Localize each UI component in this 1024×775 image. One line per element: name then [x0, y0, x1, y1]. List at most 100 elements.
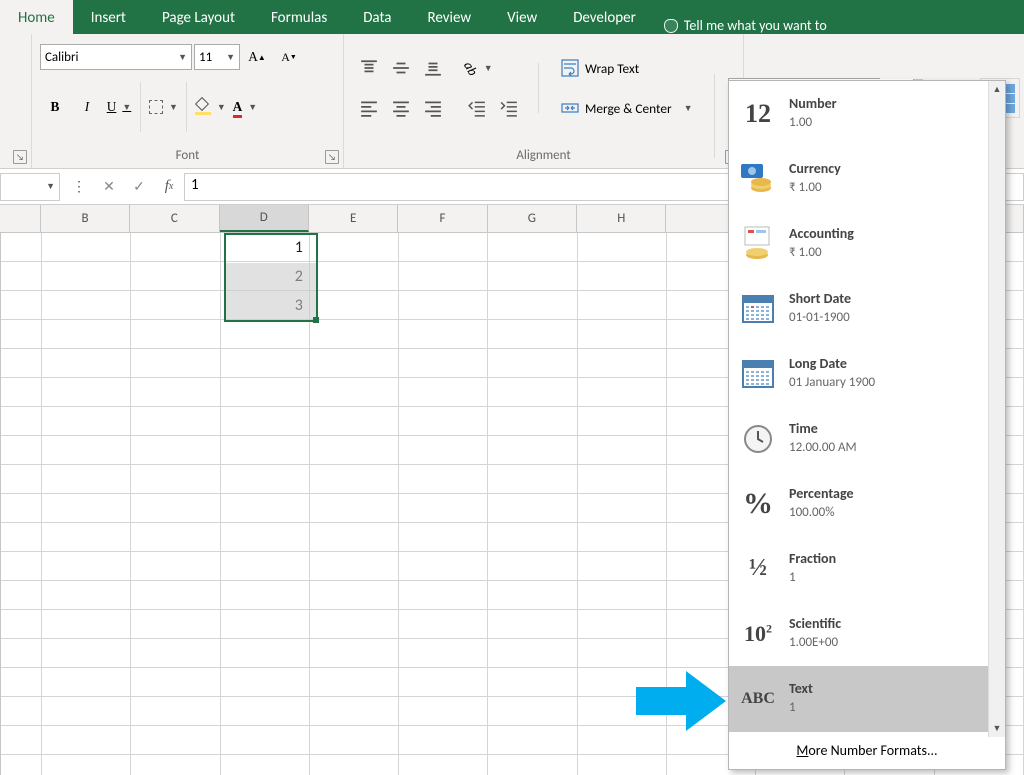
- cell-H17[interactable]: [578, 668, 667, 697]
- align-middle-button[interactable]: [387, 54, 415, 82]
- cell-H4[interactable]: [578, 291, 667, 320]
- scrollbar[interactable]: ▲▼: [988, 81, 1005, 737]
- cell-F18[interactable]: [399, 697, 488, 726]
- cancel-edit-button[interactable]: ✕: [94, 173, 124, 201]
- cell[interactable]: [1, 610, 42, 639]
- cell-G5[interactable]: [488, 320, 577, 349]
- cell-B16[interactable]: [42, 639, 131, 668]
- cell-F5[interactable]: [399, 320, 488, 349]
- col-header-corner[interactable]: [0, 205, 41, 232]
- cell-D13[interactable]: [221, 552, 310, 581]
- increase-indent-button[interactable]: [495, 94, 523, 122]
- font-dialog-launcher[interactable]: ↘: [325, 150, 339, 164]
- number-format-option-percentage[interactable]: %Percentage100.00%: [729, 471, 1005, 536]
- cell-H10[interactable]: [578, 465, 667, 494]
- number-format-option-time[interactable]: Time12.00.00 AM: [729, 406, 1005, 471]
- cell-C3[interactable]: [131, 262, 220, 291]
- cell[interactable]: [1, 407, 42, 436]
- cell-G3[interactable]: [488, 262, 577, 291]
- underline-button[interactable]: U▼: [105, 93, 133, 121]
- cell-D16[interactable]: [221, 639, 310, 668]
- cell-E15[interactable]: [310, 610, 399, 639]
- cell-C4[interactable]: [131, 291, 220, 320]
- cell-B15[interactable]: [42, 610, 131, 639]
- cell-E16[interactable]: [310, 639, 399, 668]
- cell-G9[interactable]: [488, 436, 577, 465]
- decrease-indent-button[interactable]: [463, 94, 491, 122]
- cell-B4[interactable]: [42, 291, 131, 320]
- cell-F3[interactable]: [399, 262, 488, 291]
- merge-center-button[interactable]: Merge & Center ▼: [554, 94, 724, 122]
- font-color-button[interactable]: A ▼: [231, 93, 259, 121]
- cell-G7[interactable]: [488, 378, 577, 407]
- number-format-option-shortdate[interactable]: Short Date01-01-1900: [729, 276, 1005, 341]
- align-left-button[interactable]: [355, 94, 383, 122]
- cell-H14[interactable]: [578, 581, 667, 610]
- cell-B6[interactable]: [42, 349, 131, 378]
- cell-C7[interactable]: [131, 378, 220, 407]
- tab-formulas[interactable]: Formulas: [253, 0, 345, 34]
- cell-E2[interactable]: [310, 233, 399, 262]
- cell[interactable]: [1, 349, 42, 378]
- tell-me-search[interactable]: Tell me what you want to: [654, 17, 837, 34]
- tab-review[interactable]: Review: [410, 0, 490, 34]
- cell-E12[interactable]: [310, 523, 399, 552]
- cell[interactable]: [1, 755, 42, 775]
- cell-G17[interactable]: [488, 668, 577, 697]
- cell-H12[interactable]: [578, 523, 667, 552]
- cell[interactable]: [1, 262, 42, 291]
- cell[interactable]: [1, 494, 42, 523]
- bold-button[interactable]: B: [41, 93, 69, 121]
- cell-C20[interactable]: [131, 755, 220, 775]
- cell-B10[interactable]: [42, 465, 131, 494]
- cell[interactable]: [1, 639, 42, 668]
- cell-G18[interactable]: [488, 697, 577, 726]
- col-header-H[interactable]: H: [577, 205, 666, 232]
- cell-G16[interactable]: [488, 639, 577, 668]
- more-number-formats[interactable]: More Number Formats...: [729, 731, 1005, 769]
- number-format-option-scientific[interactable]: 102Scientific1.00E+00: [729, 601, 1005, 666]
- cell-B3[interactable]: [42, 262, 131, 291]
- cell-E9[interactable]: [310, 436, 399, 465]
- cell-F2[interactable]: [399, 233, 488, 262]
- cell-G15[interactable]: [488, 610, 577, 639]
- cell-E19[interactable]: [310, 726, 399, 755]
- cell-F7[interactable]: [399, 378, 488, 407]
- cell-C16[interactable]: [131, 639, 220, 668]
- number-format-option-number[interactable]: 12Number1.00: [729, 81, 1005, 146]
- cell-E4[interactable]: [310, 291, 399, 320]
- cell-H19[interactable]: [578, 726, 667, 755]
- cell-C2[interactable]: [131, 233, 220, 262]
- cell-D10[interactable]: [221, 465, 310, 494]
- tab-home[interactable]: Home: [0, 0, 73, 34]
- cell-F20[interactable]: [399, 755, 488, 775]
- cell-H9[interactable]: [578, 436, 667, 465]
- cell-H8[interactable]: [578, 407, 667, 436]
- tab-data[interactable]: Data: [345, 0, 409, 34]
- tab-insert[interactable]: Insert: [73, 0, 144, 34]
- cell[interactable]: [1, 465, 42, 494]
- increase-font-button[interactable]: A▲: [243, 43, 271, 71]
- cell-E7[interactable]: [310, 378, 399, 407]
- cell-B18[interactable]: [42, 697, 131, 726]
- number-format-option-fraction[interactable]: ½Fraction1: [729, 536, 1005, 601]
- cell-F13[interactable]: [399, 552, 488, 581]
- cell-C10[interactable]: [131, 465, 220, 494]
- number-format-option-text[interactable]: ABCText1: [729, 666, 1005, 731]
- cell-F8[interactable]: [399, 407, 488, 436]
- align-center-button[interactable]: [387, 94, 415, 122]
- tab-developer[interactable]: Developer: [555, 0, 654, 34]
- cell-F10[interactable]: [399, 465, 488, 494]
- cell-D2[interactable]: 1: [221, 233, 310, 262]
- cell-E6[interactable]: [310, 349, 399, 378]
- insert-function-button[interactable]: fx: [154, 173, 184, 201]
- cell-G13[interactable]: [488, 552, 577, 581]
- cell-B20[interactable]: [42, 755, 131, 775]
- cell-D9[interactable]: [221, 436, 310, 465]
- cell-G19[interactable]: [488, 726, 577, 755]
- cell-C14[interactable]: [131, 581, 220, 610]
- cell[interactable]: [1, 233, 42, 262]
- cell-F4[interactable]: [399, 291, 488, 320]
- cell-B8[interactable]: [42, 407, 131, 436]
- cell-F9[interactable]: [399, 436, 488, 465]
